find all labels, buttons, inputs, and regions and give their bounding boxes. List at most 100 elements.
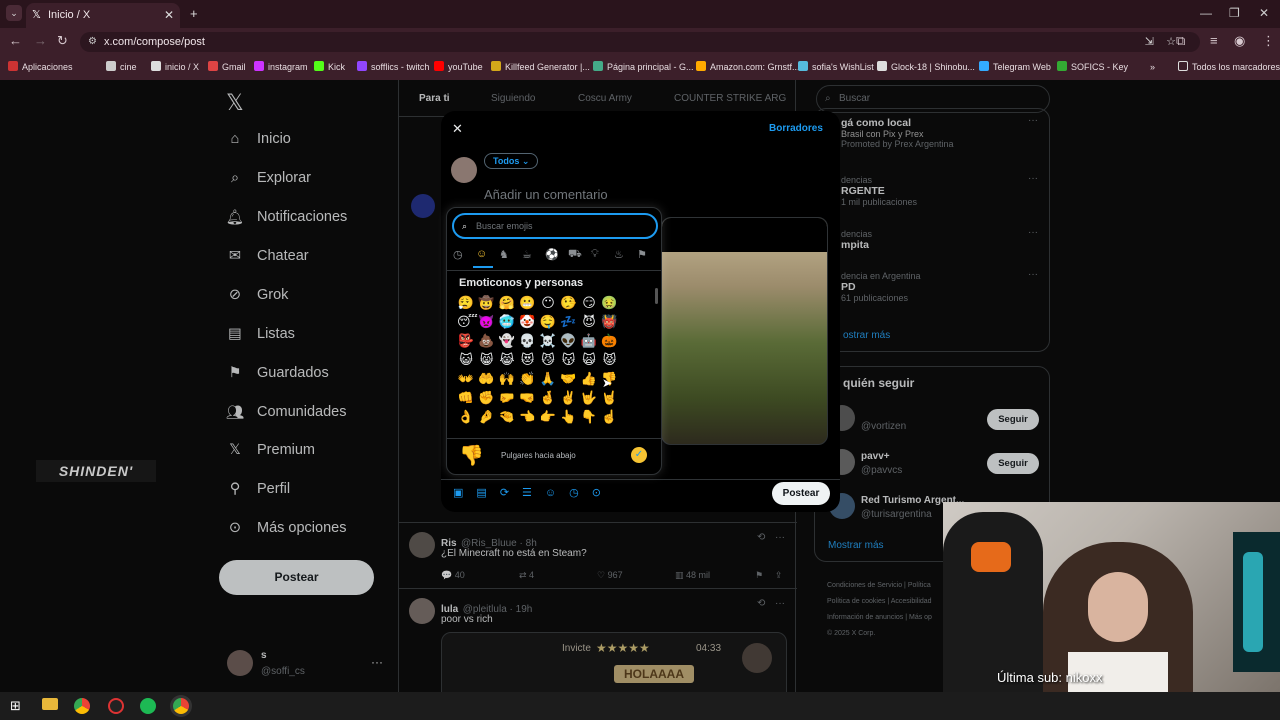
tab-close-icon[interactable]: ✕	[164, 3, 174, 28]
windows-start-icon[interactable]: ⊞	[10, 698, 21, 714]
grok-icon[interactable]: ⟲	[757, 598, 765, 609]
footer-link[interactable]: Información de anuncios	[827, 614, 903, 621]
emoji-item[interactable]: 🤖	[580, 332, 598, 350]
emoji-item[interactable]: 😴	[457, 313, 478, 331]
emoji-search-input[interactable]: ⌕ Buscar emojis	[452, 213, 658, 239]
emoji-item[interactable]: 👉	[539, 408, 557, 426]
bookmark-item[interactable]: sofflics - twitch	[357, 60, 429, 74]
follow-handle[interactable]: @pavvcs	[861, 465, 902, 476]
bookmark-item[interactable]: Aplicaciones	[8, 60, 73, 74]
share-icon[interactable]: ⇪	[775, 570, 783, 581]
site-info-icon[interactable]: ⚙	[88, 32, 97, 52]
trend-item[interactable]: dencias mpita	[841, 229, 872, 251]
emoji-item[interactable]: 😮‍💨	[457, 294, 475, 312]
x-logo-icon[interactable]: 𝕏	[226, 90, 244, 116]
footer-link[interactable]: Política	[908, 582, 931, 589]
emoji-item[interactable]: ☠️	[539, 332, 557, 350]
emoji-item[interactable]: 😻	[519, 351, 537, 369]
browser-tab[interactable]: 𝕏 Inicio / X ✕	[26, 3, 180, 28]
emoji-item[interactable]: 🤌	[478, 408, 496, 426]
back-button[interactable]: ←	[9, 33, 22, 48]
emoji-item[interactable]: 💩	[478, 332, 496, 350]
emoji-icon[interactable]: ☺	[545, 487, 569, 499]
media-icon[interactable]: ≡	[1210, 33, 1218, 48]
location-icon[interactable]: ⊙	[592, 487, 614, 499]
emoji-item[interactable]: 👆	[560, 408, 578, 426]
sidebar-item-grok[interactable]: ⊘ Grok	[226, 283, 289, 307]
emoji-item[interactable]: 👻	[498, 332, 516, 350]
emoji-item[interactable]: 🤢	[601, 294, 619, 312]
audience-selector[interactable]: Todos ⌄	[484, 153, 539, 169]
bookmark-item[interactable]: Glock-18 | Shinobu...	[877, 60, 975, 74]
like-button[interactable]: ♡ 967	[597, 570, 623, 581]
show-more-link[interactable]: Mostrar más	[828, 540, 884, 551]
tab-coscu-army[interactable]: Coscu Army	[578, 93, 632, 104]
object-icon[interactable]: 💡︎	[591, 248, 599, 261]
follow-handle[interactable]: @vortizen	[861, 421, 906, 432]
quoted-post-image[interactable]	[661, 217, 828, 445]
emoji-item[interactable]: 🤝	[560, 370, 578, 388]
emoji-item[interactable]: ✌️	[560, 389, 578, 407]
food-icon[interactable]: ☕	[522, 248, 532, 261]
emoji-item[interactable]: 😹	[498, 351, 516, 369]
smiley-icon[interactable]: ☺	[476, 248, 487, 260]
emoji-item[interactable]: 😼	[539, 351, 557, 369]
emoji-item[interactable]: 👈	[519, 408, 537, 426]
emoji-item[interactable]: 👊	[457, 389, 475, 407]
new-tab-button[interactable]: +	[190, 6, 198, 21]
follow-button[interactable]: Seguir	[987, 453, 1039, 474]
emoji-scrollbar[interactable]	[655, 288, 658, 304]
follow-handle[interactable]: @turisargentina	[861, 509, 932, 520]
close-window-button[interactable]: ✕	[1259, 6, 1269, 20]
emoji-item[interactable]: 👇	[580, 408, 598, 426]
bookmarks-overflow-icon[interactable]: »	[1150, 60, 1155, 74]
sidebar-item-perfil[interactable]: ⚲ Perfil	[226, 477, 290, 501]
avatar[interactable]	[227, 650, 253, 676]
emoji-item[interactable]: 🤥	[560, 294, 578, 312]
sidebar-item-notificaciones[interactable]: 🔔︎ Notificaciones	[226, 205, 347, 229]
sidebar-item-más-opciones[interactable]: ⊙ Más opciones	[226, 516, 347, 540]
bookmark-item[interactable]: Killfeed Generator |...	[491, 60, 590, 74]
reload-button[interactable]: ↻	[57, 33, 68, 49]
sidebar-item-inicio[interactable]: ⌂ Inicio	[226, 127, 291, 151]
post-button[interactable]: Postear	[219, 560, 374, 595]
emoji-item[interactable]: 🙀	[580, 351, 598, 369]
emoji-item[interactable]: 😶	[539, 294, 557, 312]
emoji-item[interactable]: 🤤	[539, 313, 557, 331]
sidebar-item-guardados[interactable]: ⚑ Guardados	[226, 361, 329, 385]
tweet-media[interactable]: Invicte ★★★★★ 04:33 HOLAAAA	[441, 632, 787, 692]
emoji-item[interactable]: 🤠	[478, 294, 496, 312]
reply-button[interactable]: 💬 40	[441, 570, 465, 581]
emoji-item[interactable]: 😽	[560, 351, 578, 369]
emoji-item[interactable]: 😈	[580, 313, 598, 331]
emoji-item[interactable]: 😾	[601, 351, 619, 369]
emoji-item[interactable]: 🤟	[580, 389, 598, 407]
bookmark-item[interactable]: Kick	[314, 60, 345, 74]
comment-input[interactable]: Añadir un comentario	[484, 187, 608, 202]
chrome-icon[interactable]	[74, 698, 90, 714]
spotify-icon[interactable]	[140, 698, 156, 714]
trend-more-icon[interactable]: ···	[1028, 227, 1038, 238]
emoji-item[interactable]: 🤲	[478, 370, 496, 388]
sidebar-item-explorar[interactable]: ⌕ Explorar	[226, 166, 311, 190]
views-button[interactable]: ▥ 48 mil	[675, 570, 710, 581]
address-bar[interactable]: ⚙ x.com/compose/post ⇲ ☆	[80, 32, 1200, 52]
trend-item[interactable]: gá como local Brasil con Pix y Prex Promot…	[841, 117, 954, 149]
more-icon[interactable]: ···	[775, 598, 785, 609]
show-more-link[interactable]: ostrar más	[843, 330, 890, 341]
schedule-icon[interactable]: ◷	[569, 487, 592, 499]
emoji-item[interactable]: 💤	[560, 313, 578, 331]
star-icon[interactable]: ☆	[1166, 32, 1176, 52]
footer-link[interactable]: Accesibilidad	[891, 598, 932, 605]
bookmark-icon[interactable]: ⚑	[755, 570, 763, 581]
forward-button[interactable]: →	[34, 33, 47, 48]
symbol-icon[interactable]: ♨	[614, 248, 624, 261]
emoji-item[interactable]: 👿	[478, 313, 496, 331]
bookmark-item[interactable]: Gmail	[208, 60, 246, 74]
minimize-button[interactable]: —	[1200, 6, 1212, 20]
restore-button[interactable]: ❐	[1229, 6, 1240, 20]
profile-icon[interactable]: ◉	[1234, 33, 1245, 49]
file-explorer-icon[interactable]	[42, 698, 58, 710]
sidebar-item-premium[interactable]: 𝕏 Premium	[226, 438, 315, 462]
emoji-item[interactable]: 🤘	[601, 389, 619, 407]
